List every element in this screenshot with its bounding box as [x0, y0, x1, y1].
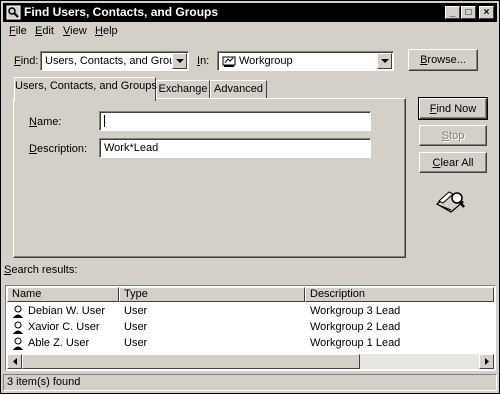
text-caret: [104, 115, 105, 128]
cell-name: Debian W. User: [28, 305, 106, 317]
search-results-label: Search results:: [4, 264, 78, 276]
in-label: In:: [197, 55, 210, 67]
scroll-right-button[interactable]: [479, 354, 494, 369]
cell-description: Workgroup 2 Lead: [310, 321, 401, 333]
find-people-icon: [6, 5, 21, 20]
in-location-dropdown[interactable]: Workgroup: [217, 51, 394, 71]
column-header-type[interactable]: Type: [119, 287, 305, 302]
user-icon: [13, 305, 23, 318]
find-dialog-window: Find Users, Contacts, and Groups _ □ × F…: [0, 0, 500, 394]
in-location-value: Workgroup: [239, 55, 293, 67]
scroll-left-button[interactable]: [7, 354, 22, 369]
find-now-button[interactable]: Find Now: [418, 97, 488, 120]
cell-description: Workgroup 1 Lead: [310, 337, 401, 349]
menu-edit[interactable]: Edit: [35, 25, 54, 37]
workgroup-icon: [222, 56, 236, 67]
description-label: Description:: [29, 143, 88, 155]
menu-view[interactable]: View: [63, 25, 87, 37]
search-results-list[interactable]: Name Type Description Debian W. User Use…: [5, 285, 496, 371]
table-row[interactable]: Debian W. User User Workgroup 3 Lead: [7, 304, 494, 320]
horizontal-scrollbar[interactable]: [7, 354, 494, 369]
find-type-value: Users, Contacts, and Groups: [45, 55, 187, 67]
column-header-name[interactable]: Name: [7, 287, 119, 302]
title-bar[interactable]: Find Users, Contacts, and Groups _ □ ×: [3, 3, 497, 22]
description-input[interactable]: Work*Lead: [99, 138, 371, 158]
arrow-left-icon: [13, 358, 17, 365]
name-label: Name:: [29, 116, 62, 128]
cell-description: Workgroup 3 Lead: [310, 305, 401, 317]
column-header-description[interactable]: Description: [305, 287, 494, 302]
window-title: Find Users, Contacts, and Groups: [24, 5, 219, 19]
menu-file[interactable]: File: [9, 25, 27, 37]
menu-help[interactable]: Help: [95, 25, 118, 37]
status-bar: 3 item(s) found: [3, 374, 497, 391]
chevron-down-icon[interactable]: [172, 53, 187, 69]
cell-type: User: [124, 321, 148, 333]
clear-all-button[interactable]: Clear All: [419, 152, 487, 173]
chevron-down-icon[interactable]: [377, 53, 392, 69]
user-icon: [13, 321, 23, 334]
name-input[interactable]: [99, 111, 371, 131]
search-criteria-panel: Name: Description: Work*Lead: [13, 98, 406, 258]
scroll-thumb[interactable]: [22, 354, 360, 369]
status-text: 3 item(s) found: [7, 376, 81, 388]
search-animation-icon: [435, 191, 465, 213]
cell-type: User: [124, 337, 148, 349]
maximize-button[interactable]: □: [461, 6, 476, 19]
cell-name: Xavior C. User: [28, 321, 100, 333]
minimize-button[interactable]: _: [445, 6, 460, 19]
find-type-dropdown[interactable]: Users, Contacts, and Groups: [40, 51, 189, 71]
tab-exchange[interactable]: Exchange: [156, 80, 210, 99]
arrow-right-icon: [485, 358, 489, 365]
tab-users-contacts-groups[interactable]: Users, Contacts, and Groups: [14, 77, 157, 101]
find-label: Find:: [14, 55, 39, 67]
table-row[interactable]: Xavior C. User User Workgroup 2 Lead: [7, 320, 494, 336]
cell-name: Able Z. User: [28, 337, 90, 349]
tab-advanced[interactable]: Advanced: [210, 80, 267, 99]
table-row[interactable]: Able Z. User User Workgroup 1 Lead: [7, 336, 494, 352]
menu-bar: File Edit View Help: [3, 23, 497, 41]
cell-type: User: [124, 305, 148, 317]
browse-button[interactable]: Browse...: [408, 49, 478, 71]
close-button[interactable]: ×: [479, 6, 494, 19]
stop-button[interactable]: Stop: [419, 125, 487, 146]
user-icon: [13, 337, 23, 350]
